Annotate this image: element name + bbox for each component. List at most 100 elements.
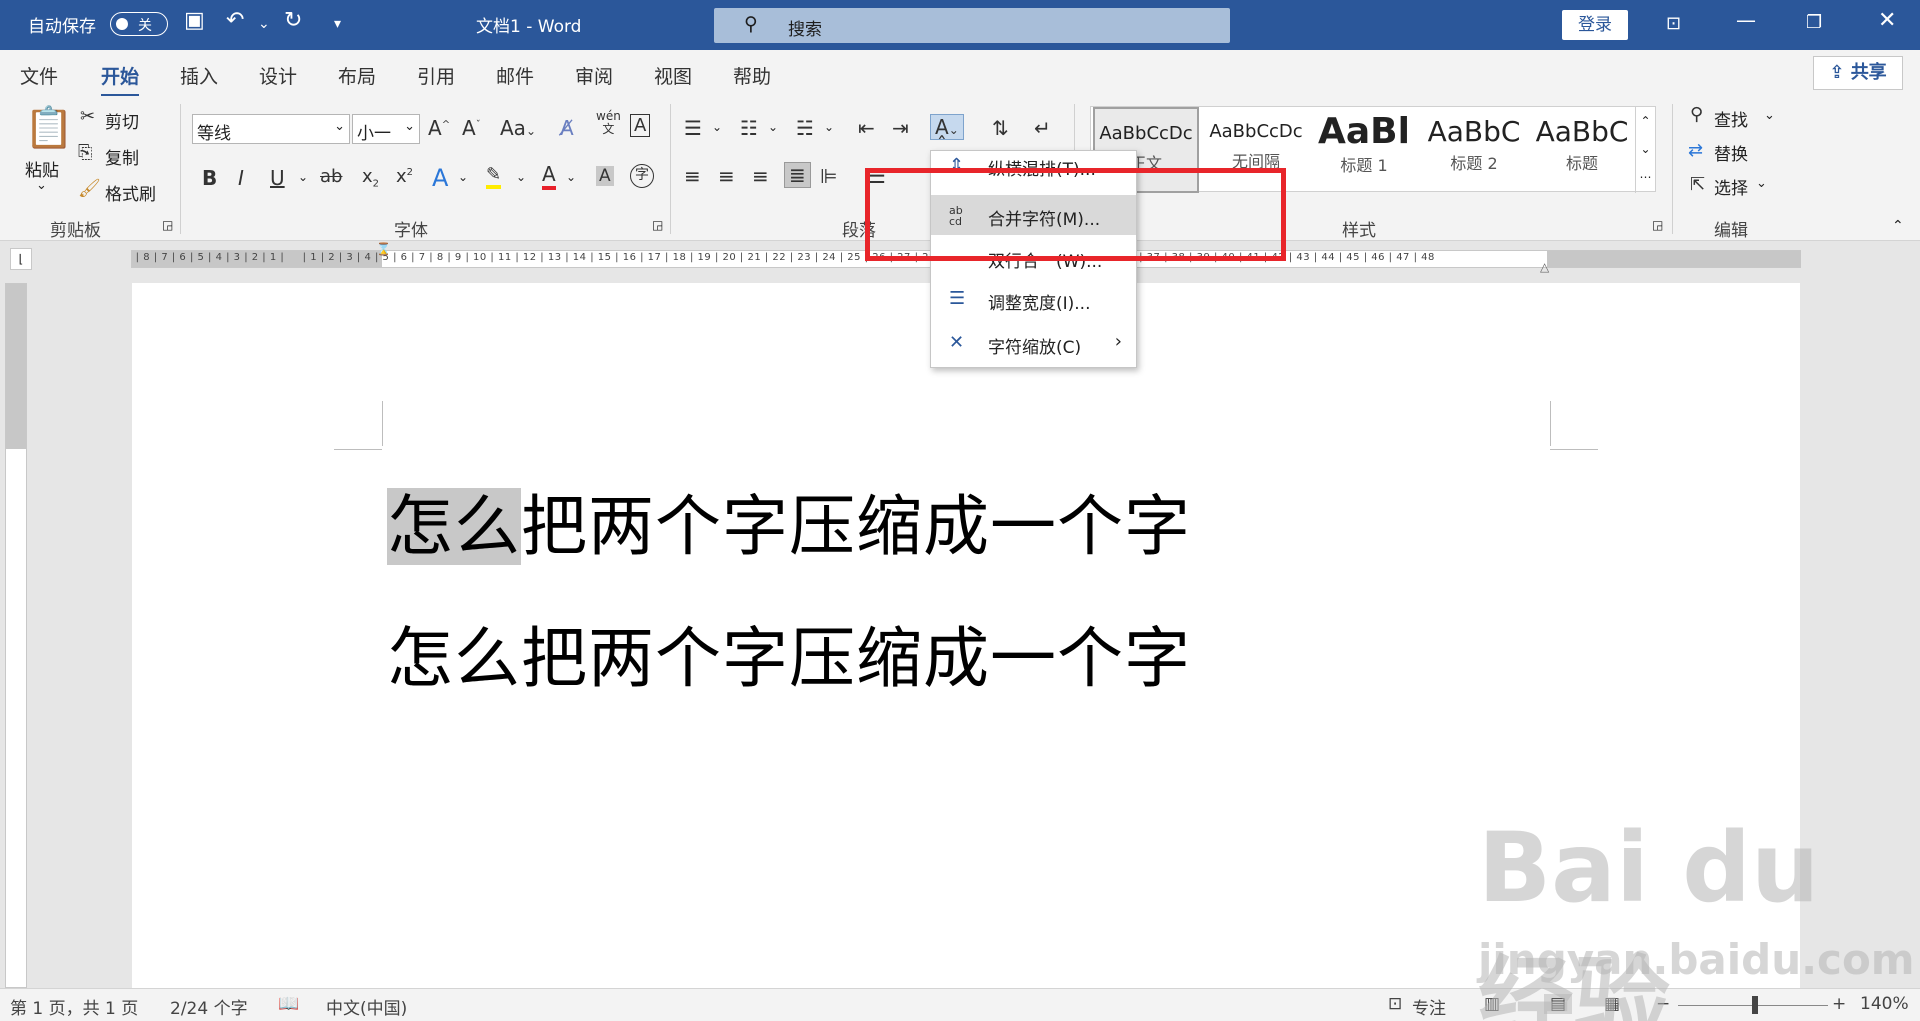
style-heading-1[interactable]: AaBl 标题 1: [1311, 107, 1417, 193]
phonetic-guide-icon[interactable]: wén 文: [596, 110, 621, 136]
sort-icon[interactable]: ⇅: [992, 116, 1009, 140]
highlight-icon[interactable]: ✎: [486, 164, 502, 189]
undo-icon[interactable]: ↶: [226, 8, 244, 33]
cut-icon[interactable]: ✂: [80, 106, 95, 127]
styles-launcher-icon[interactable]: ◲: [1652, 218, 1663, 232]
clipboard-launcher-icon[interactable]: ◲: [162, 218, 173, 232]
asian-layout-icon[interactable]: A̭⌄: [930, 114, 964, 140]
styles-scroll[interactable]: ⌃ ⌄ ⋯: [1635, 107, 1655, 193]
chevron-down-icon[interactable]: ⌄: [768, 120, 778, 134]
autosave-toggle[interactable]: 关: [110, 12, 168, 36]
format-painter-button[interactable]: 格式刷: [105, 180, 156, 205]
change-case-icon[interactable]: Aa⌄: [500, 116, 536, 140]
underline-icon[interactable]: U: [270, 166, 285, 190]
chevron-down-icon[interactable]: ⌄: [1636, 135, 1655, 163]
grow-font-icon[interactable]: A^: [428, 116, 450, 140]
strikethrough-icon[interactable]: ab: [320, 166, 342, 187]
style-title[interactable]: AaBbC 标题: [1529, 107, 1635, 193]
format-painter-icon[interactable]: 🖌: [78, 178, 101, 199]
redo-icon[interactable]: ↻: [284, 8, 302, 33]
collapse-ribbon-icon[interactable]: ⌃: [1892, 218, 1904, 234]
minimize-icon[interactable]: —: [1736, 8, 1756, 32]
line-text[interactable]: 把两个字压缩成一个字: [521, 488, 1191, 565]
align-right-icon[interactable]: ≡: [752, 164, 769, 188]
focus-icon[interactable]: ⊡: [1388, 994, 1402, 1014]
tab-file[interactable]: 文件: [20, 62, 58, 89]
increase-indent-icon[interactable]: ⇥: [892, 116, 909, 140]
paste-dropdown-icon[interactable]: ⌄: [36, 178, 47, 193]
chevron-down-icon[interactable]: ⌄: [712, 120, 722, 134]
style-heading-2[interactable]: AaBbC 标题 2: [1421, 107, 1527, 193]
chevron-down-icon[interactable]: ⌄: [566, 170, 576, 184]
selected-text[interactable]: 怎么: [387, 488, 521, 565]
tab-insert[interactable]: 插入: [180, 62, 218, 89]
chevron-down-icon[interactable]: ⌄: [824, 120, 834, 134]
menu-item-fit-text[interactable]: ☰ 调整宽度(I)...: [931, 279, 1136, 319]
tab-view[interactable]: 视图: [654, 62, 692, 89]
menu-item-character-scaling[interactable]: ✕ 字符缩放(C) ›: [931, 323, 1136, 363]
enclose-characters-icon[interactable]: 字: [630, 164, 654, 188]
close-icon[interactable]: ✕: [1878, 8, 1896, 33]
character-shading-icon[interactable]: A: [596, 166, 614, 186]
replace-button[interactable]: 替换: [1714, 140, 1748, 165]
chevron-down-icon[interactable]: ⌄: [298, 170, 308, 184]
right-indent-icon[interactable]: △: [1540, 260, 1549, 274]
share-button[interactable]: ⇪ 共享: [1813, 56, 1903, 90]
chevron-down-icon[interactable]: ⌄: [1764, 108, 1775, 123]
multilevel-list-icon[interactable]: ☵: [796, 116, 814, 140]
justify-icon[interactable]: ≣: [784, 162, 811, 188]
chevron-up-icon[interactable]: ⌃: [1636, 107, 1655, 135]
bold-icon[interactable]: B: [202, 166, 217, 190]
align-center-icon[interactable]: ≡: [718, 164, 735, 188]
numbering-icon[interactable]: ☷: [740, 116, 758, 140]
copy-icon[interactable]: ⎘: [78, 142, 92, 163]
tab-mailings[interactable]: 邮件: [496, 62, 534, 89]
font-name-combo[interactable]: 等线 ⌄: [192, 114, 350, 144]
tab-home[interactable]: 开始: [101, 62, 140, 97]
superscript-icon[interactable]: x2: [396, 166, 413, 187]
undo-dropdown-icon[interactable]: ⌄: [258, 16, 270, 32]
ribbon-display-icon[interactable]: ⊡: [1666, 13, 1681, 34]
tab-review[interactable]: 审阅: [575, 62, 613, 89]
text-effects-icon[interactable]: A: [432, 164, 448, 192]
bullets-icon[interactable]: ☰: [684, 116, 702, 140]
restore-icon[interactable]: ❐: [1806, 12, 1822, 33]
word-count[interactable]: 2/24 个字: [170, 994, 248, 1019]
save-icon[interactable]: ▣: [184, 8, 205, 33]
find-button[interactable]: 查找: [1714, 106, 1748, 131]
document-line-2[interactable]: 怎么把两个字压缩成一个字: [387, 605, 1191, 701]
search-box[interactable]: ⚲ 搜索: [714, 8, 1230, 43]
shrink-font-icon[interactable]: Aˇ: [462, 116, 481, 140]
select-icon[interactable]: ⇱: [1690, 174, 1705, 195]
vertical-ruler[interactable]: [5, 283, 27, 988]
align-left-icon[interactable]: ≡: [684, 164, 701, 188]
chevron-down-icon[interactable]: ⌄: [458, 170, 468, 184]
customize-toolbar-icon[interactable]: ▾: [334, 16, 341, 32]
tab-help[interactable]: 帮助: [733, 62, 771, 89]
more-styles-icon[interactable]: ⋯: [1636, 163, 1655, 191]
decrease-indent-icon[interactable]: ⇤: [858, 116, 875, 140]
select-button[interactable]: 选择: [1714, 174, 1748, 199]
subscript-icon[interactable]: x2: [362, 166, 379, 190]
find-icon[interactable]: ⚲: [1690, 104, 1703, 125]
focus-mode[interactable]: 专注: [1412, 994, 1446, 1019]
tab-selector-icon[interactable]: ⌊: [10, 248, 32, 270]
chevron-down-icon[interactable]: ⌄: [1756, 176, 1767, 191]
show-marks-icon[interactable]: ↵: [1034, 116, 1051, 140]
replace-icon[interactable]: ⇄: [1688, 140, 1703, 161]
tab-references[interactable]: 引用: [417, 62, 455, 89]
cut-button[interactable]: 剪切: [105, 108, 139, 133]
language[interactable]: 中文(中国): [326, 994, 407, 1019]
character-border-icon[interactable]: A: [630, 114, 651, 137]
tab-design[interactable]: 设计: [259, 62, 297, 89]
font-size-combo[interactable]: 小一 ⌄: [352, 114, 420, 144]
page-count[interactable]: 第 1 页，共 1 页: [10, 994, 138, 1019]
paste-icon[interactable]: 📋: [24, 104, 74, 151]
clear-formatting-icon[interactable]: A̸: [560, 116, 574, 140]
chevron-down-icon[interactable]: ⌄: [516, 170, 526, 184]
tab-layout[interactable]: 布局: [338, 62, 376, 89]
proofing-icon[interactable]: 📖: [278, 994, 299, 1014]
indent-marker-icon[interactable]: ⌛: [376, 242, 391, 256]
distributed-icon[interactable]: ⊫: [820, 164, 837, 188]
document-line-1[interactable]: 怎么把两个字压缩成一个字: [387, 473, 1191, 569]
